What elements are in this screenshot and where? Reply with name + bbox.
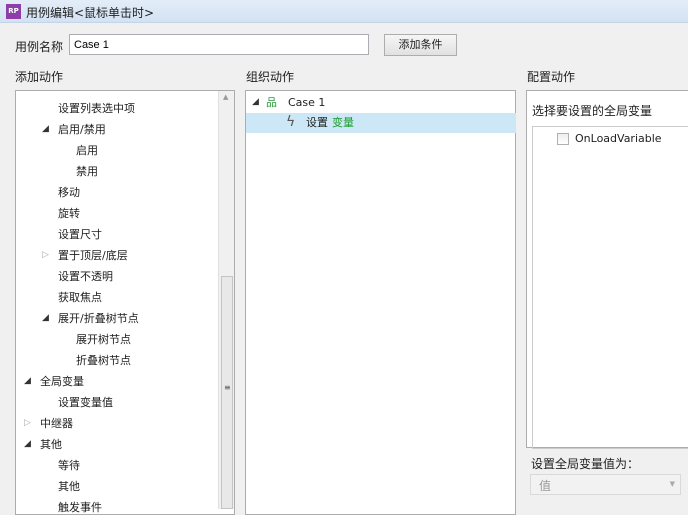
configure-actions-header: 配置动作	[527, 70, 576, 84]
action-tree-item-label: 触发事件	[58, 501, 102, 514]
action-tree-item[interactable]: 其他	[16, 476, 216, 497]
action-tree-item[interactable]: 移动	[16, 182, 216, 203]
chevron-down-icon: ▼	[669, 480, 675, 488]
action-tree-item-label: 置于顶层/底层	[58, 249, 128, 262]
action-tree-item[interactable]: ◢ 全局变量	[16, 371, 216, 392]
collapsed-arrow-icon[interactable]: ▷	[24, 413, 31, 434]
case-name-label: 用例名称	[15, 40, 64, 54]
checkbox[interactable]	[557, 133, 569, 145]
case-name-input[interactable]	[69, 34, 369, 55]
action-tree-item-label: 其他	[58, 480, 80, 493]
action-tree-item[interactable]: 等待	[16, 455, 216, 476]
set-value-label: 设置全局变量值为：	[531, 457, 640, 471]
action-tree-item[interactable]: ▷ 置于顶层/底层	[16, 245, 216, 266]
action-tree-item-label: 其他	[40, 438, 62, 451]
action-tree-item-label: 等待	[58, 459, 80, 472]
action-tree-item[interactable]: 触发事件	[16, 497, 216, 514]
organize-actions-header: 组织动作	[246, 70, 295, 84]
action-tree-item-label: 全局变量	[40, 375, 84, 388]
scrollbar-thumb[interactable]: ≡	[221, 276, 233, 509]
value-type-selected: 值	[539, 479, 552, 493]
lightning-icon: ϟ	[286, 114, 296, 130]
add-actions-header: 添加动作	[15, 70, 64, 84]
case-label: Case 1	[288, 96, 326, 109]
variable-name: OnLoadVariable	[575, 132, 662, 145]
action-tree-item[interactable]: 获取焦点	[16, 287, 216, 308]
action-tree-item[interactable]: ◢ 展开/折叠树节点	[16, 308, 216, 329]
action-tree-item-label: 设置列表选中项	[58, 102, 135, 115]
action-tree-item[interactable]: ◢ 启用/禁用	[16, 119, 216, 140]
expanded-arrow-icon[interactable]: ◢	[24, 371, 31, 392]
expanded-arrow-icon[interactable]: ◢	[42, 119, 49, 140]
expanded-arrow-icon[interactable]: ◢	[24, 434, 31, 455]
action-tree-item-label: 展开树节点	[76, 333, 131, 346]
action-tree-item-label: 折叠树节点	[76, 354, 131, 367]
value-type-dropdown[interactable]: 值 ▼	[530, 474, 681, 495]
case-icon: 品	[266, 96, 277, 109]
action-tree-item-label: 旋转	[58, 207, 80, 220]
title-bar: RP 用例编辑<鼠标单击时>	[0, 0, 688, 23]
action-tree-item-label: 设置尺寸	[58, 228, 102, 241]
action-tree-item-label: 设置不透明	[58, 270, 113, 283]
action-tree-item-label: 启用	[76, 144, 98, 157]
action-tree-item[interactable]: 启用	[16, 140, 216, 161]
window-title: 用例编辑<鼠标单击时>	[26, 6, 155, 20]
action-tree-item[interactable]: 设置不透明	[16, 266, 216, 287]
action-tree-item[interactable]: 旋转	[16, 203, 216, 224]
action-target: 变量	[332, 116, 354, 129]
action-node-selected[interactable]: ϟ 设置 变量	[246, 113, 516, 133]
action-tree-item-label: 禁用	[76, 165, 98, 178]
select-variable-label: 选择要设置的全局变量	[532, 104, 653, 118]
action-tree-item[interactable]: 设置列表选中项	[16, 98, 216, 119]
action-tree-item[interactable]: 设置变量值	[16, 392, 216, 413]
action-tree-item[interactable]: 设置尺寸	[16, 224, 216, 245]
action-tree-item-label: 移动	[58, 186, 80, 199]
scrollbar[interactable]: ▲ ≡	[218, 91, 234, 509]
action-tree-item-label: 展开/折叠树节点	[58, 312, 139, 325]
action-tree-item[interactable]: 展开树节点	[16, 329, 216, 350]
expanded-arrow-icon[interactable]: ◢	[252, 92, 259, 113]
action-label: 设置	[306, 116, 328, 129]
action-tree-item[interactable]: 禁用	[16, 161, 216, 182]
app-logo-icon: RP	[6, 4, 21, 19]
variable-list[interactable]: OnLoadVariable	[532, 126, 688, 449]
scroll-up-icon[interactable]: ▲	[223, 93, 228, 101]
action-tree-item-label: 启用/禁用	[58, 123, 106, 136]
add-condition-button[interactable]: 添加条件	[384, 34, 457, 56]
action-tree-item[interactable]: ▷ 中继器	[16, 413, 216, 434]
action-tree-item-label: 设置变量值	[58, 396, 113, 409]
action-tree-item-label: 获取焦点	[58, 291, 102, 304]
collapsed-arrow-icon[interactable]: ▷	[42, 245, 49, 266]
organize-actions-tree[interactable]: ◢ 品 Case 1 ϟ 设置 变量	[245, 90, 516, 515]
add-actions-tree[interactable]: ▲ ≡ 设置列表选中项 ◢ 启用/禁用启用禁用移动旋转设置尺寸 ▷ 置于顶层/底层 设置不…	[15, 90, 235, 515]
action-tree-item[interactable]: 折叠树节点	[16, 350, 216, 371]
action-tree-item[interactable]: ◢ 其他	[16, 434, 216, 455]
expanded-arrow-icon[interactable]: ◢	[42, 308, 49, 329]
configure-panel: 选择要设置的全局变量 OnLoadVariable	[526, 90, 688, 449]
variable-item[interactable]: OnLoadVariable	[533, 127, 688, 151]
action-tree-item-label: 中继器	[40, 417, 73, 430]
